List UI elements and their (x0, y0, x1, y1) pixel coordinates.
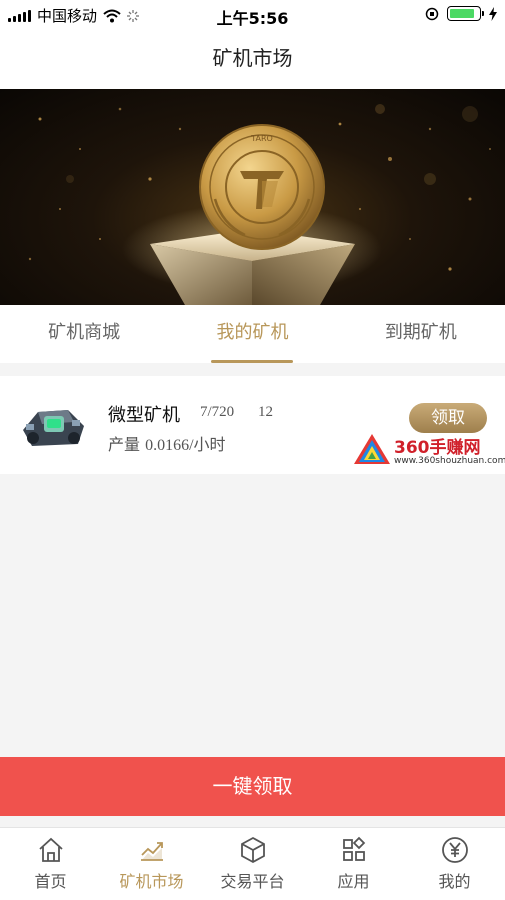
miner-output: 产量 0.0166/小时 (108, 431, 226, 455)
banner-coin-illustration: TARO (28, 104, 491, 305)
bottom-nav: 首页 矿机市场 交易平台 应用 我的 (0, 827, 505, 900)
nav-label-home: 首页 (34, 872, 67, 891)
cube-icon (240, 836, 265, 864)
tab-miner-store[interactable]: 矿机商城 (0, 305, 168, 363)
miner-name: 微型矿机 (108, 405, 180, 426)
status-right (425, 6, 497, 21)
charging-icon (489, 6, 497, 21)
watermark: 360手赚网 www.360shouzhuan.com (352, 432, 505, 468)
nav-item-miner-market[interactable]: 矿机市场 (101, 828, 202, 900)
nav-label-apps: 应用 (337, 872, 370, 891)
nav-item-trade[interactable]: 交易平台 (202, 828, 303, 900)
claim-button[interactable]: 领取 (409, 403, 487, 433)
watermark-text: 360手赚网 (394, 438, 481, 458)
nav-label-trade: 交易平台 (220, 872, 285, 891)
nav-label-miner-market: 矿机市场 (119, 872, 184, 891)
apps-icon (342, 836, 365, 861)
yen-icon (441, 837, 468, 863)
miner-card: 微型矿机 7/720 12 产量 0.0166/小时 领取 360手赚网 www… (0, 376, 505, 474)
nav-item-apps[interactable]: 应用 (303, 828, 404, 900)
page-title: 矿机市场 (0, 30, 505, 89)
watermark-logo-icon (354, 434, 390, 464)
nav-item-home[interactable]: 首页 (0, 828, 101, 900)
home-icon (38, 837, 63, 862)
nav-item-me[interactable]: 我的 (404, 828, 505, 900)
miner-tabs: 矿机商城 我的矿机 到期矿机 (0, 305, 505, 363)
status-bar: 中国移动 上午5:56 (0, 0, 505, 30)
nav-label-me: 我的 (438, 872, 471, 891)
miner-count: 12 (258, 404, 273, 420)
tab-my-miners[interactable]: 我的矿机 (168, 305, 336, 363)
watermark-url: www.360shouzhuan.com (394, 456, 505, 466)
banner-image[interactable]: TARO (0, 89, 505, 305)
miner-progress: 7/720 (200, 404, 235, 420)
tab-expired-miners[interactable]: 到期矿机 (337, 305, 505, 363)
miner-thumbnail (23, 410, 84, 446)
output-value: 0.0166/小时 (145, 437, 226, 454)
orientation-lock-icon (425, 7, 439, 20)
claim-all-button[interactable]: 一键领取 (0, 757, 505, 816)
coin-text: TARO (250, 134, 273, 143)
output-label: 产量 (108, 435, 141, 454)
battery-icon (447, 6, 484, 21)
chart-icon (140, 842, 163, 861)
